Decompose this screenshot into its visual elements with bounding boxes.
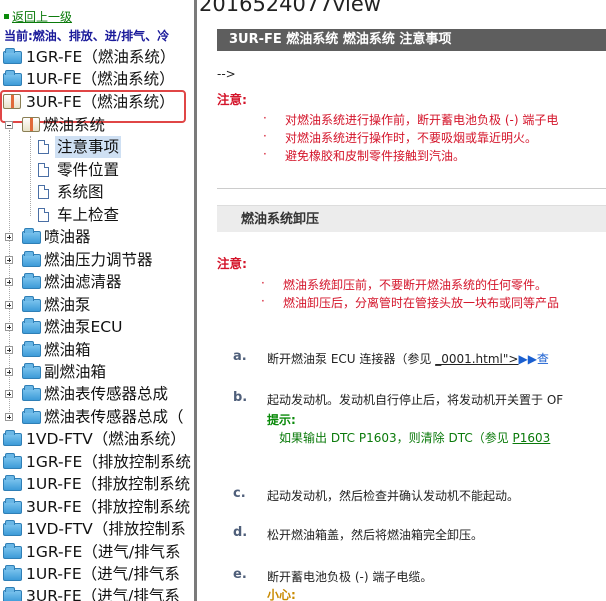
- content-pane: 2016524077view 3UR-FE 燃油系统 燃油系统 注意事项 -->…: [197, 0, 606, 601]
- reference-link[interactable]: _0001.html">: [435, 352, 518, 366]
- folder-icon: [3, 498, 22, 514]
- tree-item-parts-location[interactable]: 零件位置: [0, 159, 194, 181]
- tree-item-fuel-pump[interactable]: 燃油泵: [0, 294, 194, 316]
- tree-item-sub-fuel-tank[interactable]: 副燃油箱: [0, 361, 194, 383]
- step-text: 松开燃油箱盖，然后将燃油箱完全卸压。: [267, 528, 484, 542]
- folder-icon: [3, 475, 22, 491]
- bullet-icon: ·: [261, 276, 265, 290]
- tree-item-precautions[interactable]: 注意事项: [0, 136, 194, 158]
- folder-icon: [22, 251, 41, 267]
- note-label: 注意:: [217, 92, 247, 107]
- bullet-icon: ·: [263, 129, 267, 143]
- tree-item-fuel-pressure-regulator[interactable]: 燃油压力调节器: [0, 249, 194, 271]
- document-icon: [38, 208, 49, 222]
- expand-icon[interactable]: [5, 346, 13, 354]
- page-title: 2016524077view: [199, 0, 381, 16]
- bullet-icon: ·: [261, 294, 265, 308]
- folder-icon: [3, 543, 22, 559]
- tree-item-fuel-filter[interactable]: 燃油滤清器: [0, 271, 194, 293]
- note-item: · 燃油卸压后，分离管时在管接头放一块布或同等产品: [261, 294, 560, 310]
- note-item: · 避免橡胶和皮制零件接触到汽油。: [263, 147, 466, 163]
- folder-icon: [22, 273, 41, 289]
- current-path: 当前:燃油、排放、进/排气、冷: [4, 29, 170, 43]
- tree-item-fuel-system[interactable]: 燃油系统: [0, 114, 194, 136]
- step-text: 起动发动机，然后检查并确认发动机不能起动。: [267, 489, 520, 503]
- step-letter: c.: [233, 486, 246, 501]
- bullet-icon: ·: [263, 147, 267, 161]
- expand-icon[interactable]: [5, 278, 13, 286]
- step-letter: e.: [233, 567, 247, 582]
- double-arrow-icon[interactable]: ▶▶查: [518, 352, 548, 366]
- expand-icon[interactable]: [5, 301, 13, 309]
- document-icon: [38, 163, 49, 177]
- expand-icon[interactable]: [5, 323, 13, 331]
- navigation-tree: 返回上一级 当前:燃油、排放、进/排气、冷 1GR-FE（燃油系统） 1UR-F…: [0, 0, 194, 601]
- step-text: 断开蓄电池负极 (-) 端子电缆。: [267, 570, 433, 584]
- tree-item-on-vehicle-inspection[interactable]: 车上检查: [0, 204, 194, 226]
- arrow-text: -->: [217, 67, 236, 81]
- folder-icon: [3, 453, 22, 469]
- content-header: 3UR-FE 燃油系统 燃油系统 注意事项: [217, 29, 606, 51]
- expand-icon[interactable]: [5, 233, 13, 241]
- folder-icon: [3, 430, 22, 446]
- note-item: · 对燃油系统进行操作时，不要吸烟或靠近明火。: [263, 129, 538, 145]
- folder-icon: [22, 408, 41, 424]
- tree-item-fuel-gauge-sensor[interactable]: 燃油表传感器总成: [0, 383, 194, 405]
- dtc-link[interactable]: P1603: [513, 431, 551, 445]
- step-text: 起动发动机。发动机自行停止后，将发动机开关置于 OF: [267, 393, 564, 407]
- step-letter: b.: [233, 390, 248, 405]
- folder-icon: [3, 48, 22, 64]
- tree-item-fuel-pump-ecu[interactable]: 燃油泵ECU: [0, 316, 194, 338]
- folder-icon: [22, 385, 41, 401]
- expand-icon[interactable]: [5, 256, 13, 264]
- folder-icon: [22, 318, 41, 334]
- tree-item-fuel-gauge-sensor-2[interactable]: 燃油表传感器总成（: [0, 406, 194, 428]
- step-letter: a.: [233, 349, 247, 364]
- collapse-icon[interactable]: [5, 121, 13, 129]
- folder-icon: [3, 587, 22, 601]
- folder-icon: [3, 520, 22, 536]
- folder-icon: [22, 363, 41, 379]
- back-link[interactable]: 返回上一级: [4, 8, 72, 25]
- tree-item-system-diagram[interactable]: 系统图: [0, 181, 194, 203]
- folder-icon: [3, 70, 22, 86]
- document-icon: [38, 185, 49, 199]
- book-icon: [22, 117, 40, 132]
- bullet-icon: [4, 14, 9, 19]
- section-title: 燃油系统卸压: [217, 205, 606, 232]
- note-label: 注意:: [217, 256, 247, 271]
- divider: [217, 188, 606, 189]
- folder-icon: [22, 228, 41, 244]
- document-icon: [38, 140, 49, 154]
- folder-icon: [3, 565, 22, 581]
- step-text: 断开燃油泵 ECU 连接器（参见 _0001.html">▶▶查: [267, 352, 549, 366]
- bullet-icon: ·: [263, 111, 267, 125]
- caution-label: 小心:: [267, 588, 296, 601]
- folder-icon: [22, 296, 41, 312]
- expand-icon[interactable]: [5, 390, 13, 398]
- hint-text: 如果输出 DTC P1603，则清除 DTC（参见 P1603: [279, 431, 551, 445]
- hint-label: 提示:: [267, 413, 296, 427]
- tree-item-fuel-tank[interactable]: 燃油箱: [0, 339, 194, 361]
- tree-item-injector[interactable]: 喷油器: [0, 226, 194, 248]
- expand-icon[interactable]: [5, 413, 13, 421]
- folder-icon: [22, 341, 41, 357]
- note-item: · 对燃油系统进行操作前，断开蓄电池负极 (-) 端子电: [263, 111, 559, 127]
- note-item: · 燃油系统卸压前，不要断开燃油系统的任何零件。: [261, 276, 548, 292]
- step-letter: d.: [233, 525, 248, 540]
- expand-icon[interactable]: [5, 368, 13, 376]
